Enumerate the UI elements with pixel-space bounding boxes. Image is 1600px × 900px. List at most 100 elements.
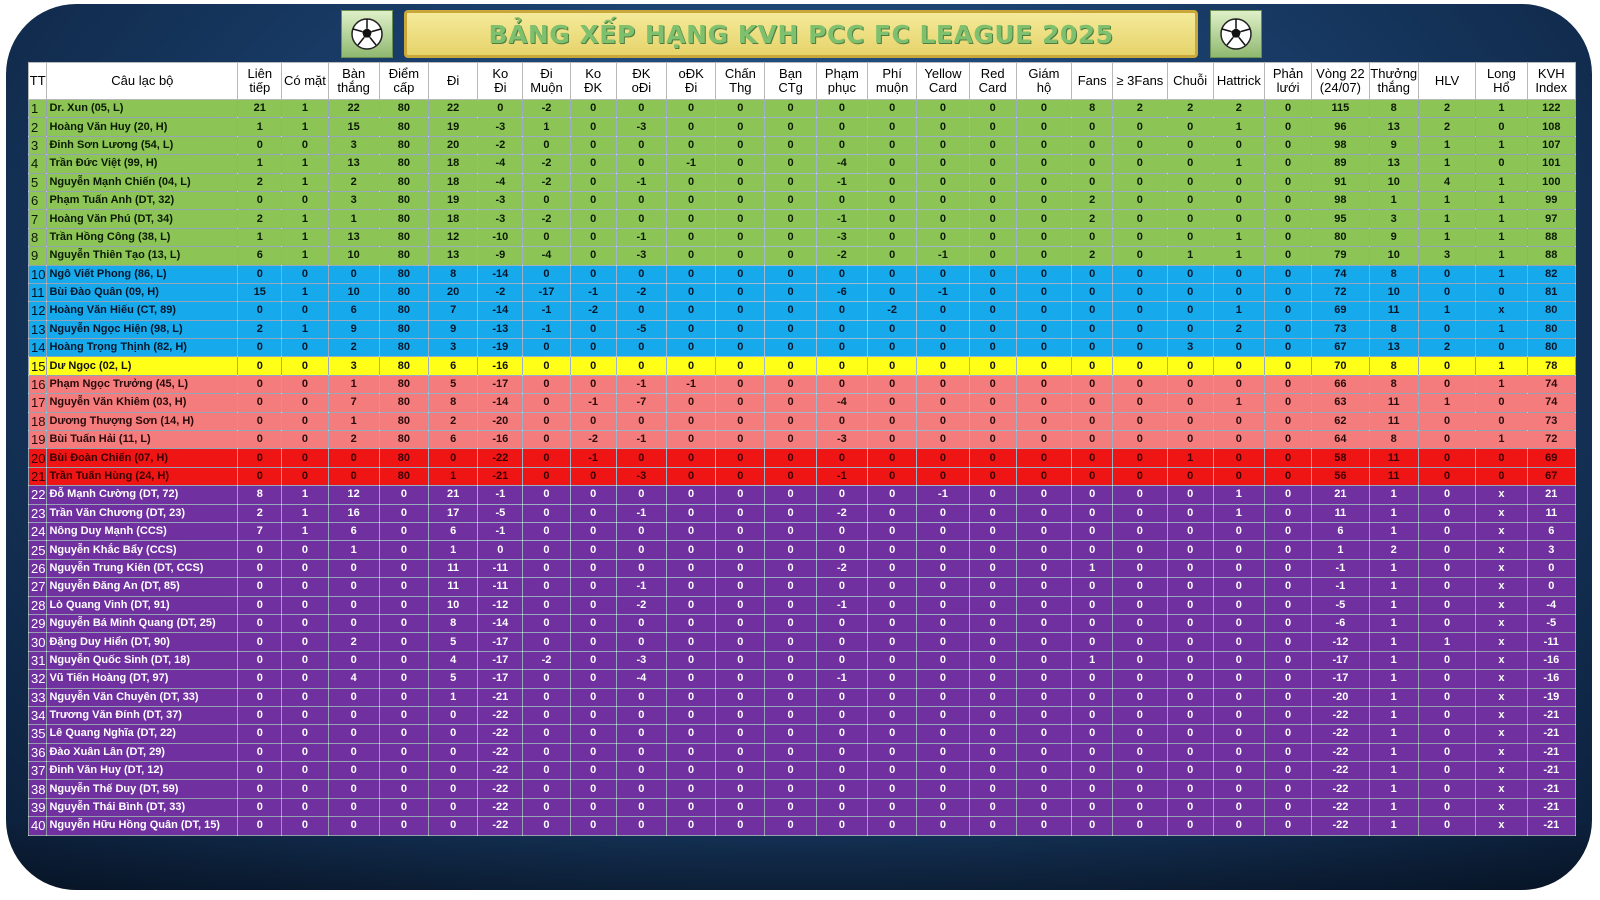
stat-cell: 0 xyxy=(1071,816,1114,836)
table-row: 28 Lò Quang Vinh (DT, 91) 0 0 0 0 10 -12 0 0 -2 0 0 0… xyxy=(27,595,1577,615)
stat-cell: -3 xyxy=(815,430,869,450)
stat-cell: -11 xyxy=(1526,632,1577,652)
table-row: 32 Vũ Tiến Hoàng (DT, 97) 0 0 4 0 5 -17 0 0 -4 0 0 0-… xyxy=(27,669,1577,689)
stat-cell: 0 xyxy=(615,411,668,432)
stat-cell: 0 xyxy=(615,135,668,156)
stat-cell: 80 xyxy=(378,356,430,376)
stat-cell: 0 xyxy=(665,632,717,652)
stat-cell: 1 xyxy=(1071,650,1114,671)
stat-cell: 8 xyxy=(1368,374,1419,395)
stat-cell: 80 xyxy=(378,264,430,284)
stat-cell: -3 xyxy=(477,209,524,229)
table-row: 34 Trương Văn Đính (DT, 37) 0 0 0 0 0 -22 0 0 0 0 0 0… xyxy=(27,705,1577,726)
stat-cell: 5 xyxy=(428,632,479,652)
stat-cell: 0 xyxy=(815,540,869,560)
stat-cell: 115 xyxy=(1311,98,1370,119)
club-name-cell: Nguyễn Bá Minh Quang (DT, 25) xyxy=(46,613,239,634)
stat-cell: 0 xyxy=(665,724,717,744)
stat-cell: 1 xyxy=(1417,227,1477,248)
stat-cell: 11 xyxy=(1368,301,1419,321)
standings-table: TT Câu lạc bộ Liên tiếp Có mặt Bàn thắng Điểm… xyxy=(27,62,1577,836)
table-row: 13 Nguyễn Ngọc Hiện (98, L) 2 1 9 80 9 -13 -1 0 -5… xyxy=(27,319,1577,340)
table-row: 18 Dương Thượng Sơn (14, H) 0 0 1 80 2 -20 0 0 0 0 0… xyxy=(27,411,1577,432)
stat-cell: 0 xyxy=(968,613,1017,634)
stat-cell: 0 xyxy=(815,135,869,156)
stat-cell: 0 xyxy=(1417,705,1477,726)
stat-cell: 0 xyxy=(1112,264,1168,284)
stat-cell: 0 xyxy=(715,816,766,836)
stat-cell: 0 xyxy=(428,816,479,836)
stat-cell: 0 xyxy=(1212,540,1265,560)
stat-cell: -12 xyxy=(1311,632,1370,652)
stat-cell: 0 xyxy=(1015,190,1073,211)
stat-cell: 11 xyxy=(1368,448,1419,468)
stat-cell: -17 xyxy=(522,282,571,303)
stat-cell: 0 xyxy=(522,577,571,597)
stat-cell: 0 xyxy=(715,319,766,340)
stat-cell: 0 xyxy=(815,264,869,284)
stat-cell: 0 xyxy=(327,816,380,836)
stat-cell: 0 xyxy=(665,301,717,321)
stat-cell: 80 xyxy=(378,466,430,487)
stat-cell: 1 xyxy=(1071,558,1114,579)
stat-cell: 0 xyxy=(1112,154,1168,174)
stat-cell: 0 xyxy=(1166,779,1214,799)
stat-cell: 2 xyxy=(327,632,380,652)
stat-cell: 0 xyxy=(1071,613,1114,634)
stat-cell: 0 xyxy=(1015,650,1073,671)
stat-cell: 0 xyxy=(1417,595,1477,615)
stat-cell: 0 xyxy=(327,705,380,726)
column-header: Có mặt xyxy=(281,62,329,100)
stat-cell: 0 xyxy=(1166,190,1214,211)
stat-cell: -22 xyxy=(477,742,524,763)
stat-cell: 0 xyxy=(237,779,283,799)
stat-cell: 0 xyxy=(1417,466,1477,487)
stat-cell: 0 xyxy=(1112,742,1168,763)
stat-cell: -17 xyxy=(477,374,524,395)
stat-cell: 2 xyxy=(1112,98,1168,119)
club-name-cell: Đinh Văn Huy (DT, 12) xyxy=(46,761,239,781)
stat-cell: 0 xyxy=(665,190,717,211)
stat-cell: 0 xyxy=(867,246,918,266)
stat-cell: 0 xyxy=(237,669,283,689)
stat-cell: 1 xyxy=(281,246,329,266)
stat-cell: 21 xyxy=(237,98,283,119)
stat-cell: 0 xyxy=(815,301,869,321)
stat-cell: 6 xyxy=(428,430,479,450)
stat-cell: 0 xyxy=(1071,393,1114,413)
column-header: Chấn Thg xyxy=(715,62,766,100)
stat-cell: 0 xyxy=(1212,448,1265,468)
stat-cell: 0 xyxy=(615,705,668,726)
stat-cell: 4 xyxy=(1417,172,1477,192)
stat-cell: 0 xyxy=(867,742,918,763)
club-name-cell: Lò Quang Vinh (DT, 91) xyxy=(46,595,239,615)
stat-cell: 0 xyxy=(968,154,1017,174)
stat-cell: -3 xyxy=(615,246,668,266)
stat-cell: 0 xyxy=(1112,282,1168,303)
stat-cell: 0 xyxy=(916,209,970,229)
stat-cell: -7 xyxy=(615,393,668,413)
stat-cell: 0 xyxy=(569,264,617,284)
column-header: Thưởng thắng xyxy=(1368,62,1419,100)
stat-cell: 80 xyxy=(378,154,430,174)
stat-cell: 0 xyxy=(1166,669,1214,689)
stat-cell: 80 xyxy=(378,209,430,229)
stat-cell: 0 xyxy=(569,577,617,597)
stat-cell: 1 xyxy=(281,209,329,229)
stat-cell: 70 xyxy=(1311,356,1370,376)
stat-cell: 98 xyxy=(1311,135,1370,156)
stat-cell: -1 xyxy=(815,466,869,487)
stat-cell: 13 xyxy=(1368,338,1419,358)
column-header: Long Hổ xyxy=(1475,62,1528,100)
stat-cell: 0 xyxy=(281,448,329,468)
stat-cell: 0 xyxy=(569,540,617,560)
stat-cell: 0 xyxy=(569,503,617,523)
stat-cell: x xyxy=(1475,761,1528,781)
stat-cell: 0 xyxy=(1112,466,1168,487)
stat-cell: 0 xyxy=(1112,246,1168,266)
stat-cell: 0 xyxy=(916,190,970,211)
column-header: Yellow Card xyxy=(916,62,970,100)
rank-cell: 27 xyxy=(27,577,48,597)
stat-cell: 0 xyxy=(867,264,918,284)
stat-cell: 0 xyxy=(968,521,1017,542)
